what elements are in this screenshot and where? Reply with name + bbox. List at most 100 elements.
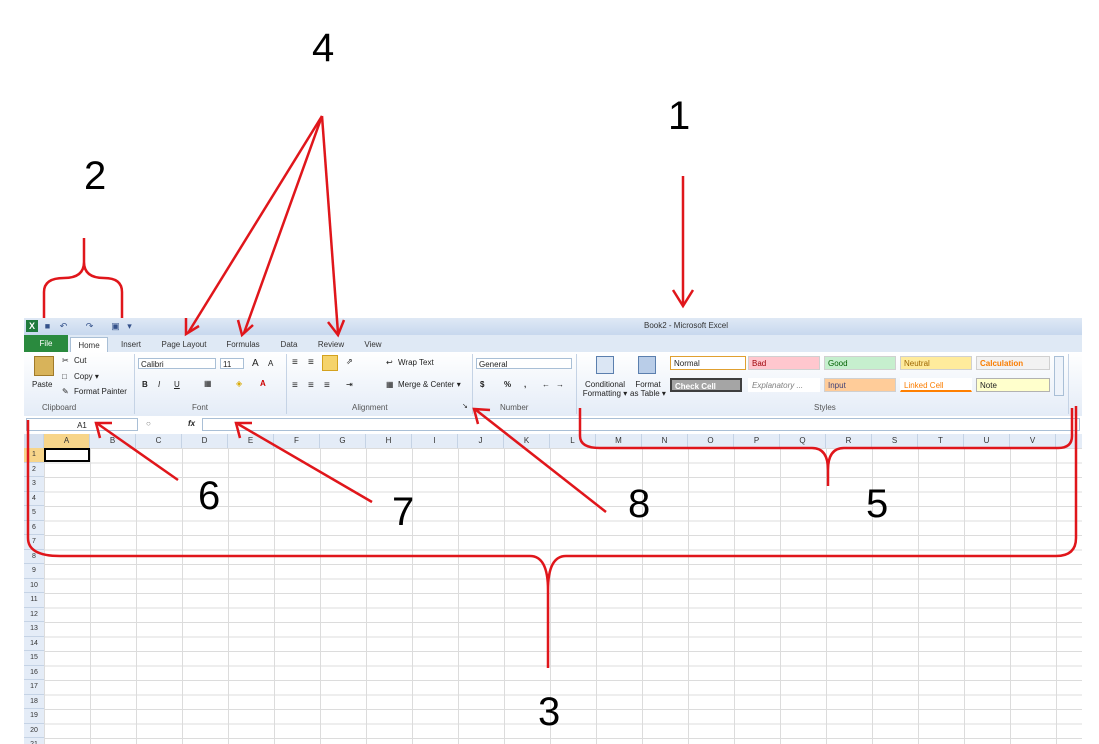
styles-scroll-icon[interactable] <box>1054 356 1064 396</box>
row-header[interactable]: 8 <box>24 549 44 564</box>
tab-page-layout[interactable]: Page Layout <box>156 337 212 352</box>
style-check-cell[interactable]: Check Cell <box>670 378 742 392</box>
format-as-table-icon[interactable] <box>638 356 656 374</box>
row-header[interactable]: 3 <box>24 477 44 492</box>
column-header[interactable]: M <box>596 434 642 448</box>
increase-decimal-icon[interactable]: ← <box>542 380 550 389</box>
undo-icon[interactable]: ↶ <box>58 321 69 332</box>
dialog-launcher-icon[interactable]: ↘ <box>462 402 468 410</box>
font-name-select[interactable]: Calibri <box>138 358 216 369</box>
insert-function-icon[interactable]: fx <box>188 419 195 428</box>
align-bottom-icon[interactable] <box>322 355 338 371</box>
font-color-icon[interactable]: A <box>260 379 266 388</box>
tab-home[interactable]: Home <box>70 337 108 353</box>
align-middle-icon[interactable]: ≡ <box>308 357 314 368</box>
style-normal[interactable]: Normal <box>670 356 746 370</box>
row-header[interactable]: 17 <box>24 680 44 695</box>
column-header[interactable]: C <box>136 434 182 448</box>
indent-icon[interactable]: ⇥ <box>346 380 353 389</box>
row-header[interactable]: 13 <box>24 622 44 637</box>
row-header[interactable]: 10 <box>24 578 44 593</box>
comma-button[interactable]: , <box>524 380 526 389</box>
style-calculation[interactable]: Calculation <box>976 356 1050 370</box>
column-header[interactable]: A <box>44 434 90 448</box>
column-header[interactable]: N <box>642 434 688 448</box>
scissors-icon[interactable]: ✂ <box>62 356 69 365</box>
row-header[interactable]: 6 <box>24 520 44 535</box>
column-header[interactable]: B <box>90 434 136 448</box>
row-header[interactable]: 21 <box>24 738 44 744</box>
column-header[interactable]: G <box>320 434 366 448</box>
row-header[interactable]: 9 <box>24 564 44 579</box>
tab-formulas[interactable]: Formulas <box>220 337 266 352</box>
style-input[interactable]: Input <box>824 378 896 392</box>
wrap-text-button[interactable]: Wrap Text <box>398 358 434 367</box>
row-header[interactable]: 19 <box>24 709 44 724</box>
customize-qat-icon[interactable]: ▾ <box>124 321 135 332</box>
shrink-font-icon[interactable]: A <box>268 359 273 368</box>
align-left-icon[interactable]: ≡ <box>292 380 298 391</box>
column-header[interactable]: E <box>228 434 274 448</box>
column-header[interactable]: V <box>1010 434 1056 448</box>
name-box[interactable]: A1 <box>26 418 138 431</box>
style-note[interactable]: Note <box>976 378 1050 392</box>
column-header[interactable]: D <box>182 434 228 448</box>
row-header[interactable]: 18 <box>24 694 44 709</box>
redo-icon[interactable]: ↷ <box>84 321 95 332</box>
tab-review[interactable]: Review <box>312 337 350 352</box>
number-format-select[interactable]: General <box>476 358 572 369</box>
style-linked-cell[interactable]: Linked Cell <box>900 378 972 392</box>
print-preview-icon[interactable]: ▣ <box>110 321 121 332</box>
column-header[interactable]: I <box>412 434 458 448</box>
font-size-select[interactable]: 11 <box>220 358 244 369</box>
align-top-icon[interactable]: ≡ <box>292 357 298 368</box>
copy-button[interactable]: Copy ▾ <box>74 372 99 381</box>
style-bad[interactable]: Bad <box>748 356 820 370</box>
row-header[interactable]: 1 <box>24 448 44 463</box>
style-neutral[interactable]: Neutral <box>900 356 972 370</box>
select-all-corner[interactable] <box>24 434 44 448</box>
row-header[interactable]: 12 <box>24 607 44 622</box>
paste-icon[interactable] <box>34 356 54 376</box>
grow-font-icon[interactable]: A <box>252 358 259 369</box>
row-header[interactable]: 2 <box>24 462 44 477</box>
percent-button[interactable]: % <box>504 380 511 389</box>
align-center-icon[interactable]: ≡ <box>308 380 314 391</box>
format-painter-icon[interactable]: ✎ <box>62 387 69 396</box>
column-header[interactable]: K <box>504 434 550 448</box>
merge-center-icon[interactable]: ▦ <box>386 380 394 389</box>
column-header[interactable]: U <box>964 434 1010 448</box>
column-header[interactable]: S <box>872 434 918 448</box>
column-header[interactable]: Q <box>780 434 826 448</box>
tab-insert[interactable]: Insert <box>112 337 150 352</box>
conditional-formatting-button[interactable]: Conditional Formatting ▾ <box>580 380 630 398</box>
wrap-text-icon[interactable]: ↩ <box>386 358 393 367</box>
tab-file[interactable]: File <box>24 335 68 352</box>
align-right-icon[interactable]: ≡ <box>324 380 330 391</box>
column-header[interactable]: O <box>688 434 734 448</box>
row-header[interactable]: 5 <box>24 506 44 521</box>
italic-button[interactable]: I <box>158 380 160 389</box>
paste-button[interactable]: Paste <box>32 380 52 389</box>
decrease-decimal-icon[interactable]: → <box>556 380 564 389</box>
row-header[interactable]: 4 <box>24 491 44 506</box>
row-header[interactable]: 15 <box>24 651 44 666</box>
row-header[interactable]: 11 <box>24 593 44 608</box>
underline-button[interactable]: U <box>174 380 180 389</box>
column-header[interactable]: P <box>734 434 780 448</box>
row-header[interactable]: 14 <box>24 636 44 651</box>
column-header[interactable]: H <box>366 434 412 448</box>
format-as-table-button[interactable]: Format as Table ▾ <box>628 380 668 398</box>
style-good[interactable]: Good <box>824 356 896 370</box>
row-header[interactable]: 7 <box>24 535 44 550</box>
borders-icon[interactable]: ▦ <box>204 379 212 388</box>
active-cell-a1[interactable] <box>44 448 90 462</box>
column-header[interactable]: F <box>274 434 320 448</box>
save-icon[interactable]: ■ <box>42 321 53 332</box>
row-header[interactable]: 20 <box>24 723 44 738</box>
column-header[interactable]: T <box>918 434 964 448</box>
cancel-entry-icon[interactable]: ○ <box>146 419 151 428</box>
merge-center-button[interactable]: Merge & Center ▾ <box>398 380 461 389</box>
tab-view[interactable]: View <box>358 337 388 352</box>
row-header[interactable]: 16 <box>24 665 44 680</box>
